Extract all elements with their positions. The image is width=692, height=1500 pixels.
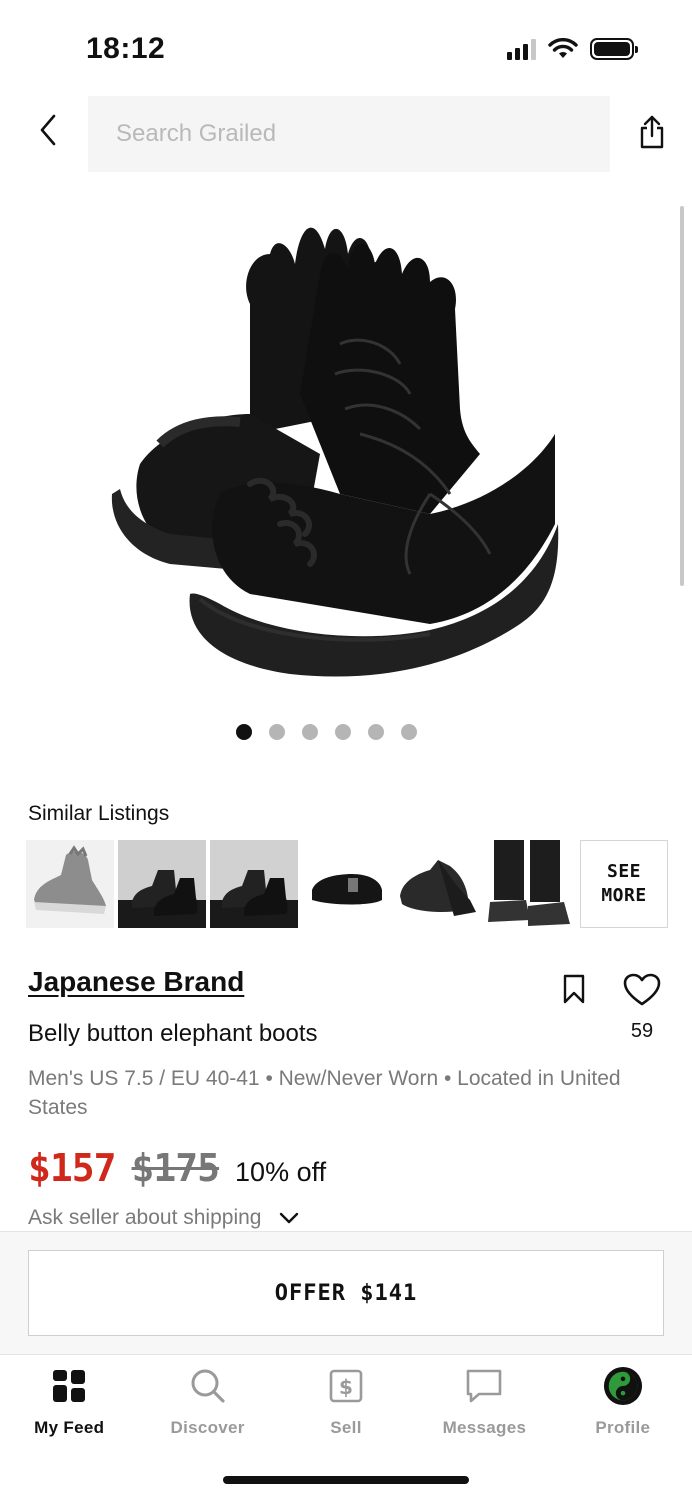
- price-row: $157 $175 10% off: [28, 1146, 326, 1190]
- gallery-dot[interactable]: [268, 724, 285, 740]
- similar-listing-thumbnail[interactable]: [486, 840, 574, 928]
- shipping-dropdown[interactable]: Ask seller about shipping: [28, 1206, 299, 1230]
- bookmark-icon: [563, 974, 585, 1004]
- chevron-left-icon: [40, 114, 56, 146]
- tab-messages[interactable]: Messages: [415, 1356, 553, 1456]
- see-more-label: MORE: [601, 885, 647, 906]
- heart-icon: [623, 973, 661, 1006]
- tab-profile[interactable]: Profile: [554, 1356, 692, 1456]
- share-icon: [640, 115, 664, 149]
- similar-listings-row: SEE MORE: [26, 840, 668, 928]
- cellular-signal-icon: [507, 38, 536, 60]
- search-icon: [191, 1369, 225, 1403]
- chevron-down-icon: [280, 1212, 299, 1224]
- dollar-tag-icon: $: [329, 1369, 363, 1403]
- status-bar: 18:12: [0, 0, 692, 96]
- status-time: 18:12: [86, 32, 166, 65]
- gallery-pagination: [0, 724, 692, 740]
- search-bar[interactable]: [88, 96, 610, 172]
- gallery-dot[interactable]: [367, 724, 384, 740]
- search-input[interactable]: [116, 120, 610, 148]
- wifi-icon: [548, 38, 578, 58]
- gallery-dot[interactable]: [235, 724, 252, 740]
- bottom-tab-bar: My Feed Discover $ Sell Messages Profile: [0, 1356, 692, 1456]
- gallery-dot[interactable]: [400, 724, 417, 740]
- see-more-label: SEE: [606, 861, 641, 882]
- similar-listing-thumbnail[interactable]: [210, 840, 298, 928]
- tab-sell[interactable]: $ Sell: [277, 1356, 415, 1456]
- make-offer-button[interactable]: OFFER $141: [28, 1250, 664, 1336]
- battery-icon: [590, 38, 638, 60]
- status-icons: [507, 38, 638, 60]
- gallery-dot[interactable]: [301, 724, 318, 740]
- similar-listing-thumbnail[interactable]: [26, 840, 114, 928]
- top-bar: [0, 96, 692, 172]
- svg-text:$: $: [339, 1375, 353, 1399]
- product-image: [111, 227, 559, 677]
- tab-label: Profile: [595, 1418, 651, 1437]
- original-price: $175: [131, 1146, 221, 1190]
- yin-yang-avatar-icon: [603, 1366, 642, 1406]
- current-price: $157: [28, 1146, 117, 1190]
- listing-title: Belly button elephant boots: [28, 1020, 318, 1047]
- product-image-gallery[interactable]: [0, 180, 692, 720]
- tab-label: Messages: [442, 1418, 527, 1437]
- home-indicator: [223, 1476, 469, 1484]
- offer-panel: OFFER $141: [0, 1231, 692, 1355]
- like-count: 59: [630, 1020, 654, 1042]
- similar-listing-thumbnail[interactable]: [302, 840, 390, 928]
- shipping-label: Ask seller about shipping: [28, 1206, 262, 1229]
- tab-label: Sell: [330, 1418, 362, 1437]
- scroll-indicator: [680, 206, 684, 586]
- listing-details: Men's US 7.5 / EU 40-41 • New/Never Worn…: [28, 1067, 621, 1119]
- gallery-dot[interactable]: [334, 724, 351, 740]
- brand-link[interactable]: Japanese Brand: [28, 966, 244, 998]
- save-listing-button[interactable]: [560, 972, 588, 1006]
- feed-grid-icon: [53, 1370, 86, 1402]
- tab-discover[interactable]: Discover: [138, 1356, 276, 1456]
- tab-label: My Feed: [34, 1418, 105, 1437]
- discount-label: 10% off: [235, 1157, 327, 1187]
- like-button[interactable]: [622, 972, 662, 1008]
- back-button[interactable]: [30, 110, 66, 150]
- tab-my-feed[interactable]: My Feed: [0, 1356, 138, 1456]
- see-more-button[interactable]: SEE MORE: [580, 840, 668, 928]
- similar-listing-thumbnail[interactable]: [394, 840, 482, 928]
- chat-bubble-icon: [467, 1369, 502, 1403]
- tab-label: Discover: [170, 1418, 245, 1437]
- share-button[interactable]: [634, 112, 670, 152]
- similar-listing-thumbnail[interactable]: [118, 840, 206, 928]
- similar-listings-title: Similar Listings: [28, 802, 170, 825]
